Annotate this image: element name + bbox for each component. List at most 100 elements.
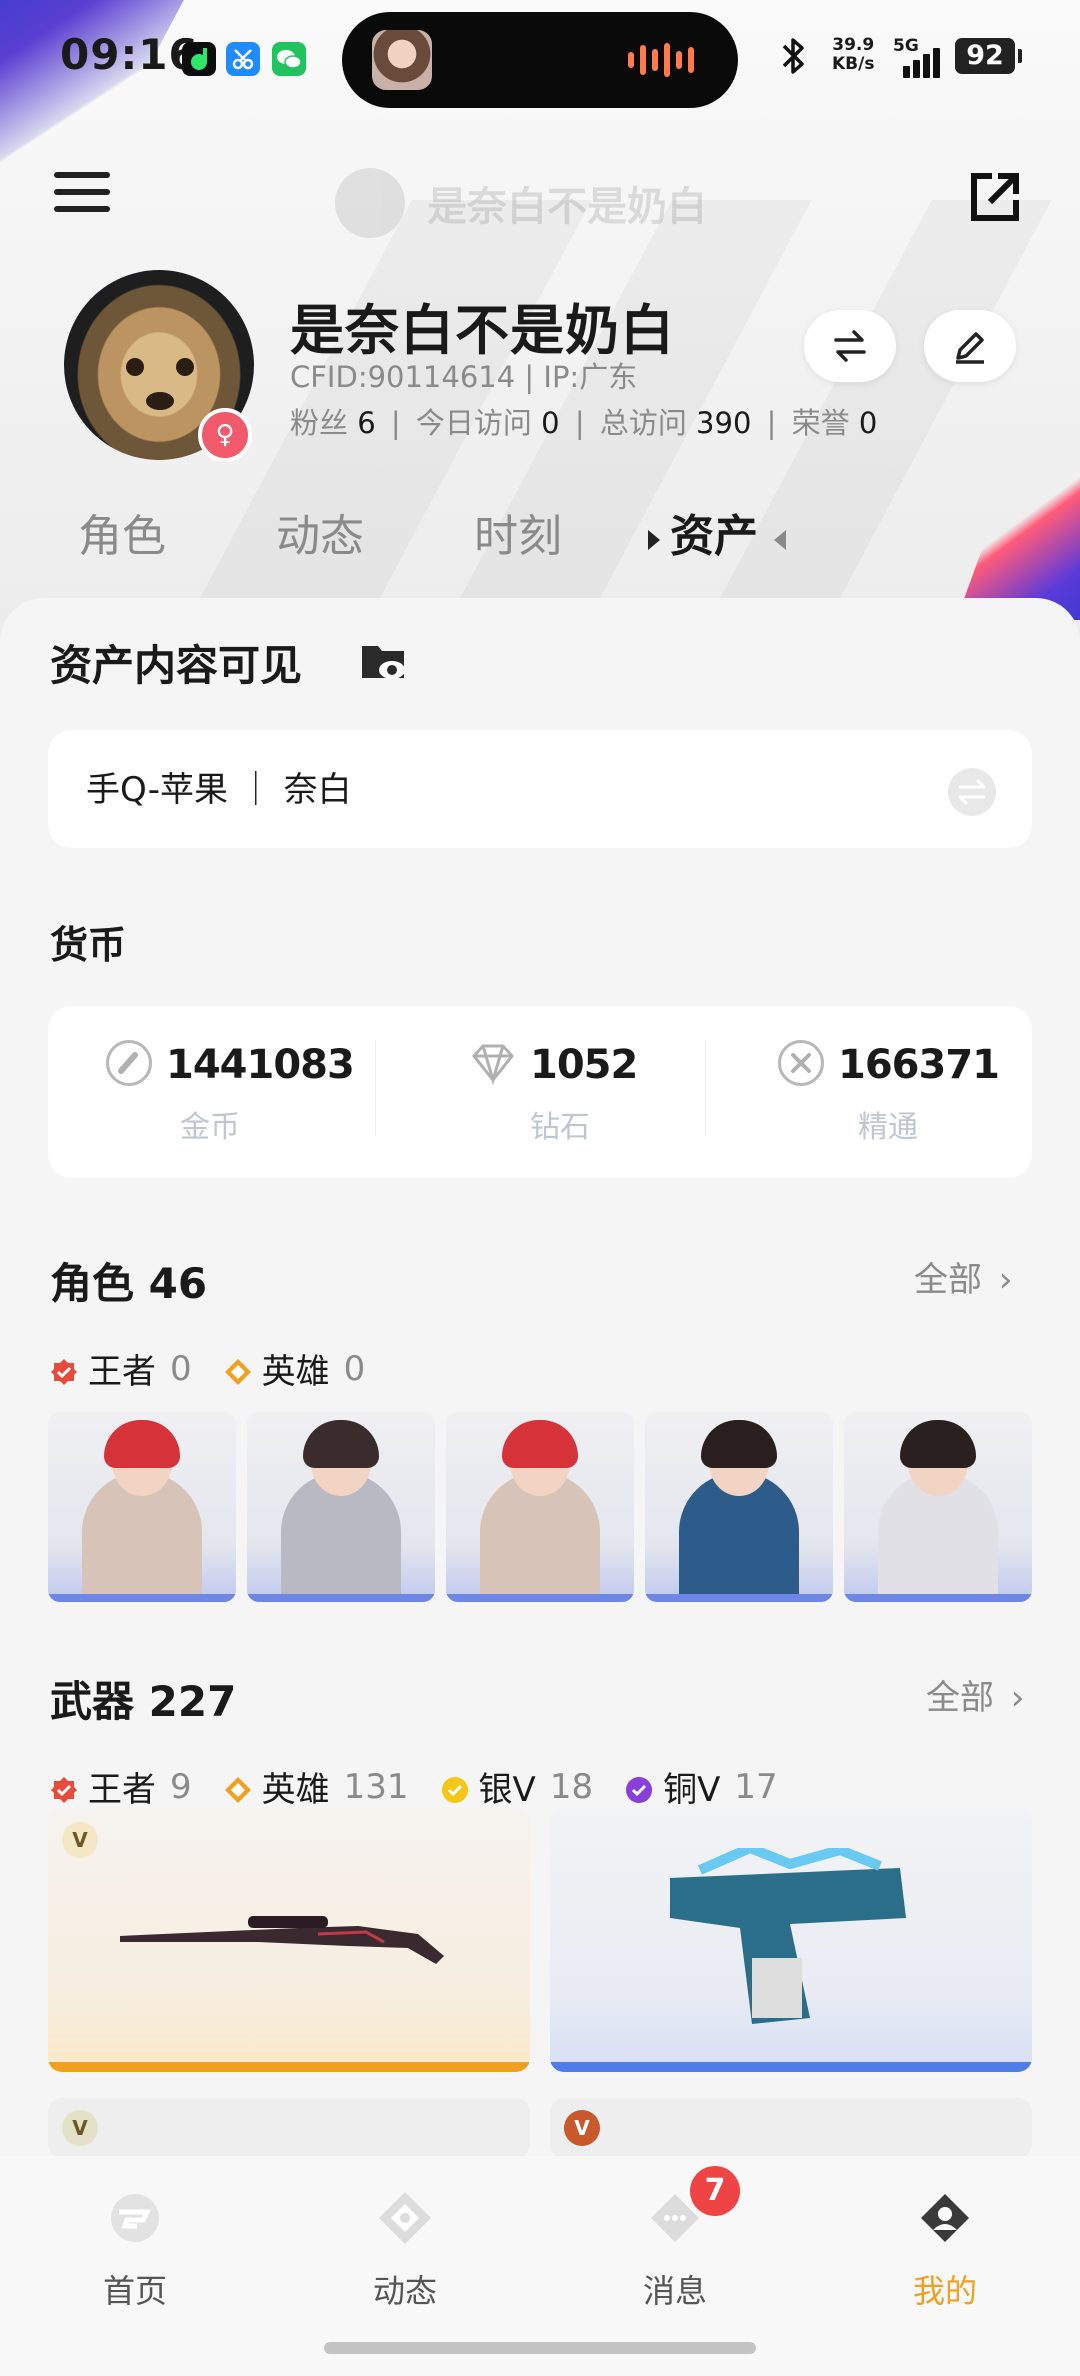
- nav-messages-label: 消息: [642, 2272, 707, 2310]
- nav-home[interactable]: 首页: [0, 2156, 270, 2356]
- diamond-label: 钻石: [530, 1110, 590, 1145]
- wechat-icon: [272, 42, 306, 76]
- tab-indicator-left-icon: [648, 530, 660, 550]
- gold-coin-icon: [106, 1040, 152, 1086]
- pistol-image: [670, 1848, 906, 2024]
- share-icon: [971, 173, 1019, 221]
- role-card[interactable]: [446, 1412, 634, 1602]
- king-badge-icon: [50, 1355, 78, 1385]
- swap-icon: [958, 779, 986, 805]
- unread-count-badge: 7: [690, 2166, 740, 2216]
- cfid-ip-line: CFID:90114614 | IP:广东: [290, 360, 638, 394]
- weapon-card[interactable]: V: [48, 2098, 530, 2158]
- weapon-card[interactable]: [550, 1808, 1032, 2072]
- chevron-right-icon: ›: [1010, 1678, 1025, 1718]
- nav-feed[interactable]: 动态: [270, 2156, 540, 2356]
- tag-count: 18: [549, 1766, 594, 1807]
- nav-messages[interactable]: 7 消息: [540, 2156, 810, 2356]
- nav-me[interactable]: 我的: [810, 2156, 1080, 2356]
- switch-account-button[interactable]: [804, 310, 896, 382]
- weapon-v-badge: V: [62, 1822, 98, 1858]
- tag-count: 9: [170, 1766, 192, 1807]
- bluetooth-icon: [776, 34, 812, 88]
- hero-badge-icon: [224, 1773, 252, 1803]
- tag-label: 银V: [478, 1770, 536, 1810]
- home-icon: [111, 2194, 159, 2242]
- dynamic-island[interactable]: [342, 12, 738, 108]
- role-card[interactable]: [48, 1412, 236, 1602]
- mastery-value: 166371: [838, 1042, 1000, 1088]
- tag-label: 铜V: [663, 1770, 721, 1810]
- swap-icon: [834, 330, 866, 362]
- tag-king: 王者 0: [50, 1344, 192, 1393]
- diamond-icon: [470, 1040, 516, 1086]
- tab-roles[interactable]: 角色: [78, 500, 166, 564]
- cellular-signal-icon: 5G: [893, 34, 949, 78]
- tag-count: 0: [170, 1348, 192, 1389]
- gold-value: 1441083: [166, 1042, 355, 1088]
- net-speed-value: 39.9: [832, 35, 875, 55]
- currency-card: [48, 1006, 1032, 1178]
- edit-profile-button[interactable]: [924, 310, 1016, 382]
- today-visits-count: 0: [541, 406, 560, 440]
- tag-label: 英雄: [261, 1352, 330, 1392]
- tag-label: 王者: [88, 1770, 156, 1810]
- today-visits-label: 今日访问: [415, 406, 532, 440]
- diamond-value: 1052: [530, 1042, 638, 1088]
- role-card[interactable]: [247, 1412, 435, 1602]
- roles-title: 角色 46: [50, 1259, 208, 1308]
- tag-count: 17: [734, 1766, 778, 1807]
- collapsed-avatar: [335, 168, 405, 238]
- tag-king: 王者 9: [50, 1762, 192, 1811]
- weapons-more-link[interactable]: 全部 ›: [926, 1670, 1024, 1719]
- battery-indicator: 92: [955, 38, 1022, 74]
- divider: [705, 1040, 706, 1136]
- currency-title: 货币: [50, 923, 127, 967]
- home-indicator[interactable]: [324, 2342, 756, 2354]
- role-card[interactable]: [645, 1412, 833, 1602]
- female-gender-icon: ♀: [198, 408, 252, 462]
- scissor-app-icon: [226, 42, 260, 76]
- total-visits-label: 总访问: [599, 406, 687, 440]
- tab-moments[interactable]: 时刻: [474, 500, 562, 564]
- chevron-right-icon: ›: [998, 1260, 1013, 1300]
- tab-feed[interactable]: 动态: [276, 500, 364, 564]
- edit-pen-icon: [956, 332, 984, 364]
- role-card[interactable]: [844, 1412, 1032, 1602]
- tag-count: 131: [343, 1766, 409, 1807]
- collapsed-header-title: 是奈白不是奶白: [335, 168, 707, 238]
- tag-label: 王者: [88, 1352, 156, 1392]
- net-speed-unit: KB/s: [832, 54, 875, 74]
- tag-bronze-v: 铜V 17: [625, 1762, 778, 1811]
- silver-v-badge-icon: [441, 1773, 469, 1803]
- king-badge-icon: [50, 1773, 78, 1803]
- menu-button[interactable]: [54, 172, 110, 220]
- profile-stats: 粉丝 6 | 今日访问 0 | 总访问 390 | 荣誉 0: [290, 406, 878, 440]
- honor-count: 0: [858, 406, 878, 440]
- music-app-icon: [182, 42, 216, 76]
- weapon-card[interactable]: V: [48, 1808, 530, 2072]
- gold-label: 金币: [180, 1110, 240, 1145]
- nav-me-label: 我的: [912, 2272, 977, 2310]
- tag-silver-v: 银V 18: [441, 1762, 594, 1811]
- tab-assets[interactable]: 资产: [670, 500, 758, 564]
- tab-indicator-right-icon: [774, 530, 786, 550]
- hero-badge-icon: [224, 1355, 252, 1385]
- account-swap-button[interactable]: [948, 768, 996, 816]
- sniper-rifle-image: [120, 1916, 444, 1964]
- total-visits-count: 390: [696, 406, 752, 440]
- fans-count: 6: [357, 406, 376, 440]
- weapon-v-badge: V: [564, 2110, 600, 2146]
- collapsed-name: 是奈白不是奶白: [427, 184, 707, 230]
- weapon-card[interactable]: V: [550, 2098, 1032, 2158]
- visibility-folder-icon[interactable]: [360, 640, 408, 684]
- profile-tabs: 角色 动态 时刻 资产: [0, 500, 1080, 580]
- roles-more-label: 全部: [914, 1260, 982, 1300]
- roles-more-link[interactable]: 全部 ›: [914, 1252, 1012, 1301]
- weapon-v-badge: V: [62, 2110, 98, 2146]
- signal-label: 5G: [893, 36, 919, 56]
- nav-home-label: 首页: [102, 2272, 167, 2310]
- roles-tag-row: 王者 0 英雄 0: [50, 1344, 397, 1393]
- share-button[interactable]: [968, 170, 1022, 224]
- status-time: 09:16: [60, 30, 199, 79]
